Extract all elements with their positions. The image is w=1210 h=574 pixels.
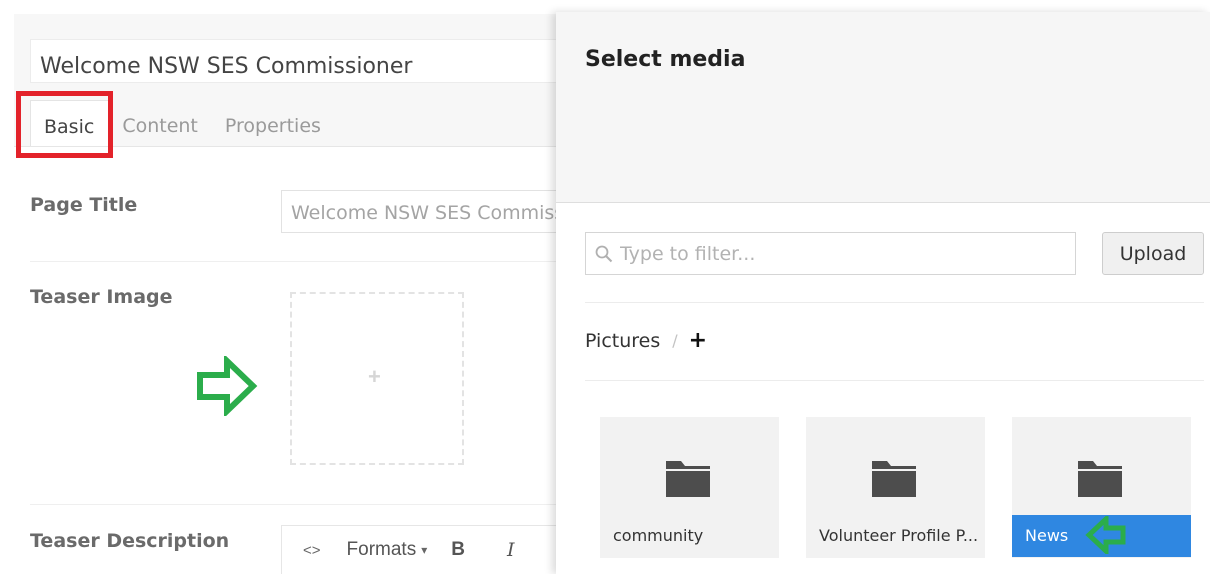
folder-icon [666,461,710,497]
teaser-description-label: Teaser Description [30,530,230,552]
search-icon [595,245,613,263]
page-title-label: Page Title [30,194,138,216]
upload-button[interactable]: Upload [1102,232,1204,275]
filter-input[interactable] [620,235,1060,272]
dialog-header: Select media [556,12,1210,203]
folder-icon [872,461,916,497]
teaser-image-picker[interactable]: + [290,292,464,465]
tab-content[interactable]: Content [109,100,212,147]
folder-tile-volunteer-profile[interactable]: Volunteer Profile P... [806,417,985,558]
breadcrumb-separator: / [672,331,678,350]
source-code-button[interactable]: <> [282,526,335,574]
annotation-green-arrow-icon [197,356,258,416]
folder-tile-community[interactable]: community [600,417,779,558]
annotation-red-box [16,91,113,158]
divider [30,504,575,505]
folder-name: Volunteer Profile P... [819,526,979,545]
add-icon: + [368,364,381,389]
rich-text-toolbar: <> Formats ▾ B I [281,525,576,574]
annotation-green-arrow-left-icon [1085,516,1126,554]
divider [585,302,1204,303]
formats-label: Formats [346,539,417,560]
page-title-input[interactable]: Welcome NSW SES Commissioner [281,190,576,233]
divider [30,261,575,262]
dialog-title: Select media [585,47,746,72]
breadcrumb: Pictures / + [585,328,707,353]
add-folder-icon[interactable]: + [689,328,707,353]
italic-button[interactable]: I [487,526,529,574]
formats-dropdown[interactable]: Formats ▾ [335,526,448,574]
folder-name: community [613,526,704,545]
folder-icon [1078,461,1122,497]
filter-field [585,232,1076,275]
chevron-down-icon: ▾ [421,543,428,557]
select-media-dialog: Select media Upload Pictures / + communi… [556,12,1210,574]
divider [585,380,1204,381]
breadcrumb-pictures[interactable]: Pictures [585,330,660,352]
teaser-image-label: Teaser Image [30,286,173,308]
bold-button[interactable]: B [447,526,487,574]
node-name-field[interactable]: Welcome NSW SES Commissioner [30,39,570,83]
tab-properties[interactable]: Properties [212,100,335,147]
